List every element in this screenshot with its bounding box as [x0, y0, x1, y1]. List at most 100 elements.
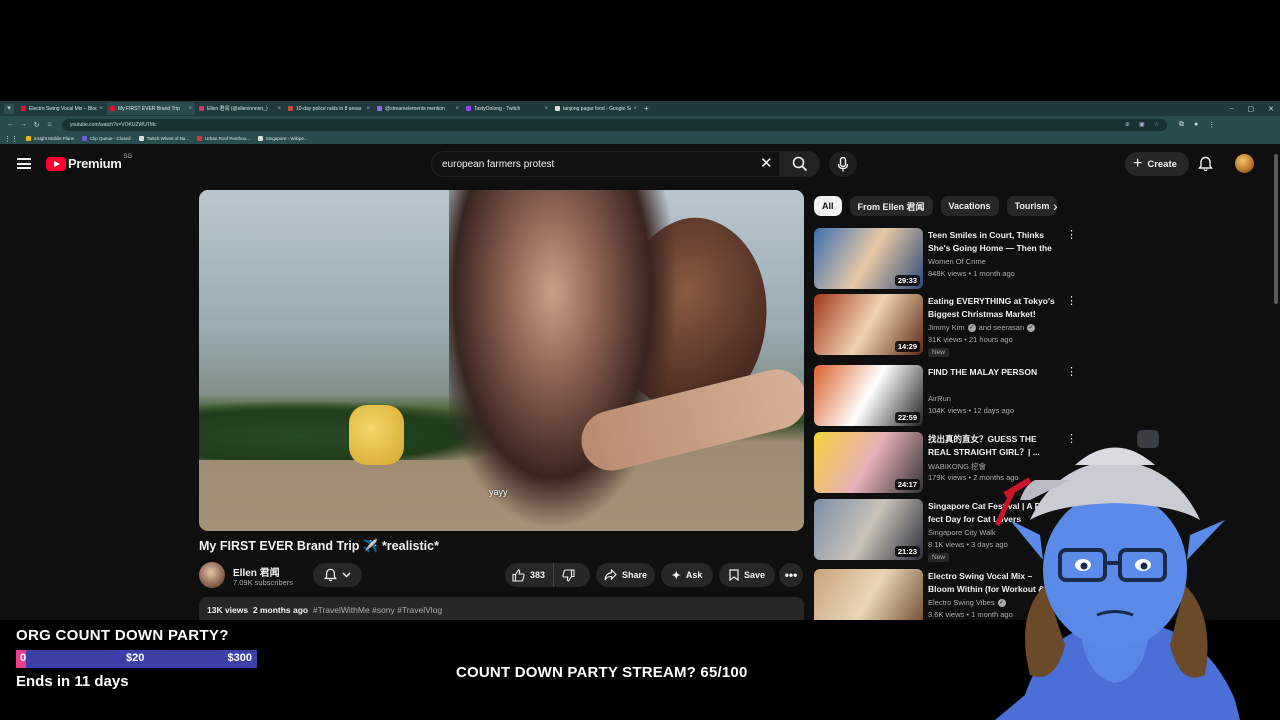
youtube-play-icon: [46, 156, 66, 171]
save-button[interactable]: Save: [719, 563, 775, 587]
video-thumbnail[interactable]: 14:29: [814, 294, 923, 355]
more-horizontal-icon: •••: [784, 568, 798, 582]
reload-icon[interactable]: ↻: [30, 121, 43, 129]
zoom-icon[interactable]: ⊕: [1125, 121, 1130, 128]
tab-close-icon[interactable]: ×: [188, 106, 192, 112]
like-button[interactable]: 383: [505, 563, 555, 587]
clear-search-icon[interactable]: ✕: [760, 155, 773, 173]
dislike-button[interactable]: [554, 563, 583, 587]
chevron-right-icon[interactable]: ›: [1053, 198, 1058, 214]
browser-tab[interactable]: 10-day police raids in 8 areas ×: [285, 102, 373, 115]
browser-tab[interactable]: My FIRST EVER Brand Trip ×: [107, 102, 195, 115]
home-icon[interactable]: ⌂: [43, 121, 56, 128]
page-scrollbar[interactable]: [1274, 154, 1278, 304]
video-title: My FIRST EVER Brand Trip ✈️ *realistic*: [199, 539, 439, 553]
subscriber-count: 7.09K subscribers: [233, 578, 294, 587]
goal-mid-label: $20: [126, 652, 145, 664]
collab-channel-label: and seerasan: [978, 323, 1025, 332]
recommended-video[interactable]: 14:29 Eating EVERYTHING at Tokyo's Bigges…: [814, 294, 1077, 357]
tab-close-icon[interactable]: ×: [633, 106, 637, 112]
sparkle-icon: ✦: [671, 569, 681, 582]
browser-menu-icon[interactable]: ⋮: [1208, 121, 1215, 129]
minimize-button[interactable]: –: [1230, 105, 1234, 112]
view-count: 104K views: [928, 406, 967, 415]
install-icon[interactable]: ▣: [1139, 121, 1145, 128]
view-count: 8.1K views: [928, 540, 965, 549]
recommended-channel[interactable]: AirRun: [928, 394, 951, 403]
tab-favicon-icon: [21, 106, 26, 111]
maximize-button[interactable]: ▢: [1248, 105, 1255, 113]
close-window-button[interactable]: ✕: [1268, 105, 1274, 113]
address-bar[interactable]: youtube.com/watch?v=VOKUZWUTMc ⊕ ▣ ☆: [62, 118, 1167, 131]
new-tab-button[interactable]: +: [644, 104, 649, 113]
new-badge: New: [928, 553, 950, 562]
separator-dot: •: [962, 335, 969, 344]
browser-tab[interactable]: @streamelements mention ×: [374, 102, 462, 115]
thumbs-down-icon: [562, 568, 575, 582]
bookmark-star-icon[interactable]: ☆: [1154, 121, 1159, 128]
voice-search-button[interactable]: [829, 151, 857, 177]
recommended-video[interactable]: 22:59 FIND THE MALAY PERSON AirRun 104K vie…: [814, 365, 1077, 427]
view-count: 179K views: [928, 473, 967, 482]
video-thumbnail[interactable]: 29:33: [814, 228, 923, 289]
more-vertical-icon[interactable]: ⋮: [1066, 367, 1077, 378]
video-player[interactable]: yayy: [199, 190, 804, 531]
filter-chip[interactable]: Vacations: [940, 196, 999, 216]
tab-close-icon[interactable]: ×: [455, 106, 459, 112]
video-thumbnail[interactable]: 21:23: [814, 499, 923, 560]
more-vertical-icon[interactable]: ⋮: [1066, 230, 1077, 241]
upload-age: 21 hours ago: [968, 335, 1013, 344]
create-button[interactable]: + Create: [1125, 152, 1189, 176]
recommended-channel[interactable]: Jimmy Kim ✓ and seerasan ✓: [928, 323, 1036, 333]
filter-chip[interactable]: From Ellen 君闻: [849, 196, 933, 216]
description-box[interactable]: 13K views 2 months ago #TravelWithMe #so…: [199, 597, 804, 620]
recommended-title[interactable]: FIND THE MALAY PERSON: [928, 366, 1061, 379]
bookmark-item[interactable]: insight Mobile Plans: [26, 136, 74, 141]
bookmark-item[interactable]: Urban Roof Penthou...: [197, 136, 250, 141]
video-thumbnail[interactable]: 22:59: [814, 365, 923, 426]
view-count: 13K views: [207, 605, 249, 615]
filter-chip[interactable]: All: [814, 196, 842, 216]
hashtags[interactable]: #TravelWithMe #sony #TravelVlog: [313, 605, 442, 615]
back-icon[interactable]: ←: [4, 121, 17, 128]
channel-label: Jimmy Kim: [928, 323, 965, 332]
apps-icon[interactable]: ⋮⋮: [4, 135, 18, 143]
bookmark-item[interactable]: Clip Queue - Closed: [82, 136, 131, 141]
tab-search-icon[interactable]: ▾: [4, 103, 14, 114]
more-vertical-icon[interactable]: ⋮: [1066, 296, 1077, 307]
tab-close-icon[interactable]: ×: [99, 106, 103, 112]
more-actions-button[interactable]: •••: [779, 563, 803, 587]
tab-close-icon[interactable]: ×: [544, 106, 548, 112]
video-thumbnail[interactable]: [814, 569, 923, 620]
recommended-video[interactable]: 29:33 Teen Smiles in Court, Thinks She's …: [814, 228, 1077, 290]
recommended-title[interactable]: Eating EVERYTHING at Tokyo's Biggest Chr…: [928, 295, 1061, 320]
tab-close-icon[interactable]: ×: [366, 106, 370, 112]
youtube-premium-logo[interactable]: Premium SG: [46, 154, 132, 171]
bookmark-item[interactable]: Twitch Wheel of Na...: [138, 136, 189, 141]
recommended-title[interactable]: Teen Smiles in Court, Thinks She's Going…: [928, 229, 1061, 254]
bookmark-item[interactable]: Singapore - Wikipe...: [257, 136, 308, 141]
ask-button[interactable]: ✦ Ask: [661, 563, 713, 587]
browser-tab[interactable]: Ellen 君闻 (@elleninnnnn_) ×: [196, 102, 284, 115]
tab-close-icon[interactable]: ×: [277, 106, 281, 112]
recommended-channel[interactable]: WABIKONG 挖會: [928, 461, 986, 472]
forward-icon[interactable]: →: [17, 121, 30, 128]
filter-chip[interactable]: Tourism: [1006, 196, 1058, 216]
account-avatar[interactable]: [1235, 154, 1254, 173]
share-button[interactable]: Share: [596, 563, 655, 587]
thumbs-up-icon: [512, 568, 525, 582]
recommended-channel[interactable]: Women Of Crime: [928, 257, 986, 266]
channel-avatar[interactable]: [199, 562, 225, 588]
browser-tab[interactable]: tanjong pagar food - Google Se ×: [552, 102, 640, 115]
hamburger-menu-icon[interactable]: [17, 158, 31, 169]
extensions-icon[interactable]: ⧉: [1179, 121, 1184, 129]
notifications-button[interactable]: [1198, 156, 1213, 177]
browser-tab[interactable]: TastyOolong - Twitch ×: [463, 102, 551, 115]
channel-name[interactable]: Ellen 君闻: [233, 564, 280, 579]
search-button[interactable]: [780, 151, 820, 177]
subscription-notification-button[interactable]: [313, 563, 362, 587]
browser-tab[interactable]: Electro Swing Vocal Mix – Bloo ×: [18, 102, 106, 115]
profile-icon[interactable]: ●: [1194, 121, 1198, 129]
search-input[interactable]: european farmers protest: [431, 151, 780, 177]
video-thumbnail[interactable]: 24:17: [814, 432, 923, 493]
